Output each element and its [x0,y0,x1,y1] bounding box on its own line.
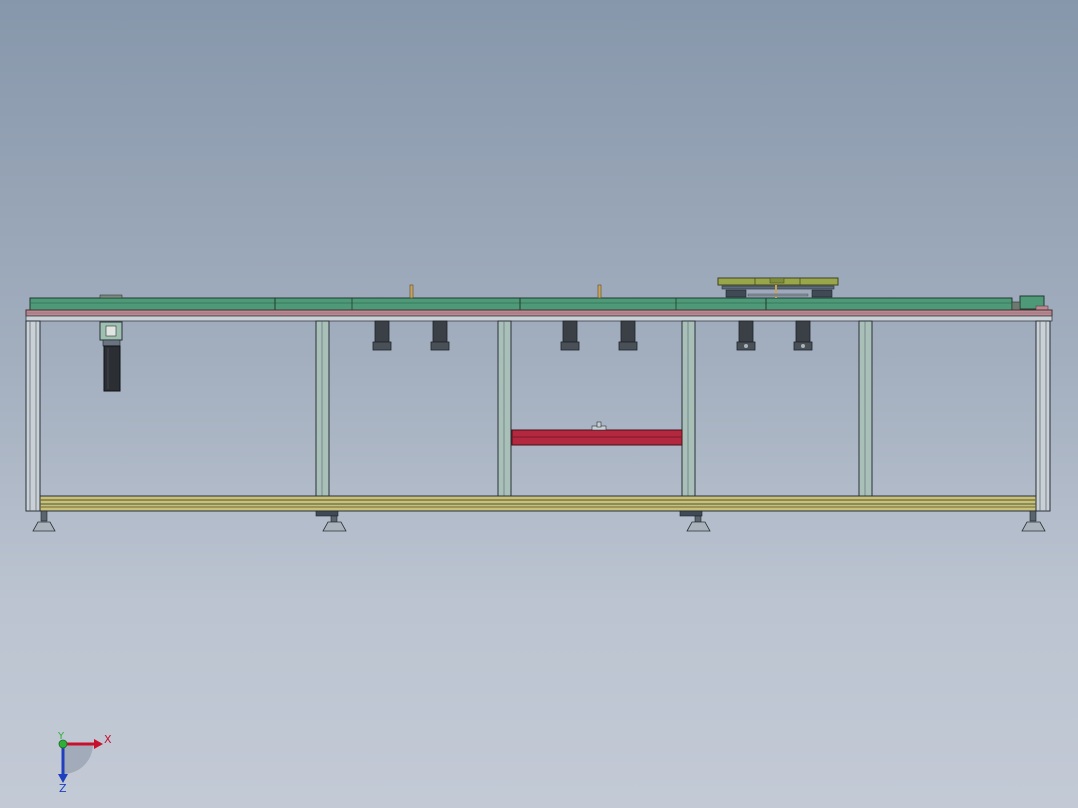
top-fixture-pallet[interactable] [717,277,839,298]
triad-x-label: X [104,733,112,746]
vertical-cylinder[interactable] [99,321,123,392]
stopper-1 [372,320,392,351]
triad-z-label: Z [59,782,67,795]
triad-x-arrow-icon [94,739,103,749]
stopper-6 [793,320,813,351]
stopper-2 [430,320,450,351]
orientation-triad[interactable]: X Y Z [57,731,112,795]
triad-plane-shade [63,744,93,774]
stopper-cylinders[interactable] [372,320,813,351]
stopper-5 [736,320,756,351]
top-rail[interactable] [25,309,1053,322]
machine-assembly[interactable] [25,277,1053,532]
stopper-3 [560,320,580,351]
frame-structure[interactable] [25,320,1051,512]
stopper-4 [618,320,638,351]
leveling-feet [32,510,1046,532]
red-cross-bar[interactable] [511,421,683,446]
cad-viewport[interactable]: X Y Z [0,0,1078,808]
top-conveyor[interactable] [29,294,1013,311]
triad-y-label: Y [57,731,65,742]
locating-pins [409,284,602,299]
